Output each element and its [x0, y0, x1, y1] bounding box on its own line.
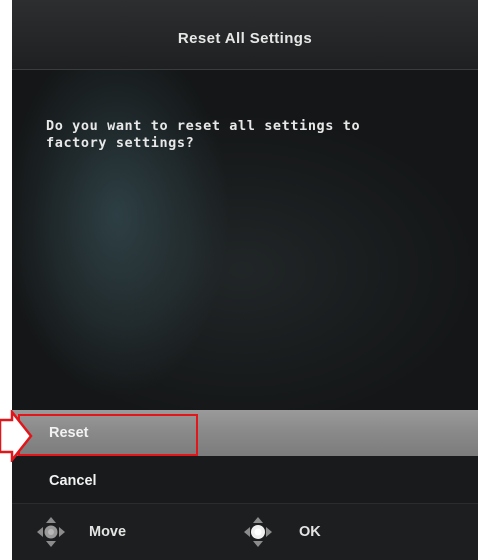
dialog-title: Reset All Settings	[177, 30, 313, 47]
cancel-option[interactable]: Cancel	[12, 456, 478, 504]
dialog-title-bar: Reset All Settings	[12, 0, 478, 70]
reset-highlight-box	[18, 414, 198, 456]
cancel-option-label: Cancel	[49, 473, 97, 489]
osd-screen: Reset All Settings Do you want to reset …	[12, 0, 478, 560]
joystick-press-icon	[244, 517, 272, 547]
confirmation-prompt: Do you want to reset all settings to fac…	[46, 118, 446, 152]
ok-hint-label: OK	[299, 524, 321, 540]
joystick-directions-icon	[37, 517, 65, 547]
prompt-line-2: factory settings?	[46, 135, 195, 151]
prompt-line-1: Do you want to reset all settings to	[46, 118, 361, 134]
move-hint-label: Move	[89, 524, 127, 540]
pointer-arrow-icon	[0, 410, 33, 462]
control-hints-bar: Move OK	[12, 503, 478, 560]
